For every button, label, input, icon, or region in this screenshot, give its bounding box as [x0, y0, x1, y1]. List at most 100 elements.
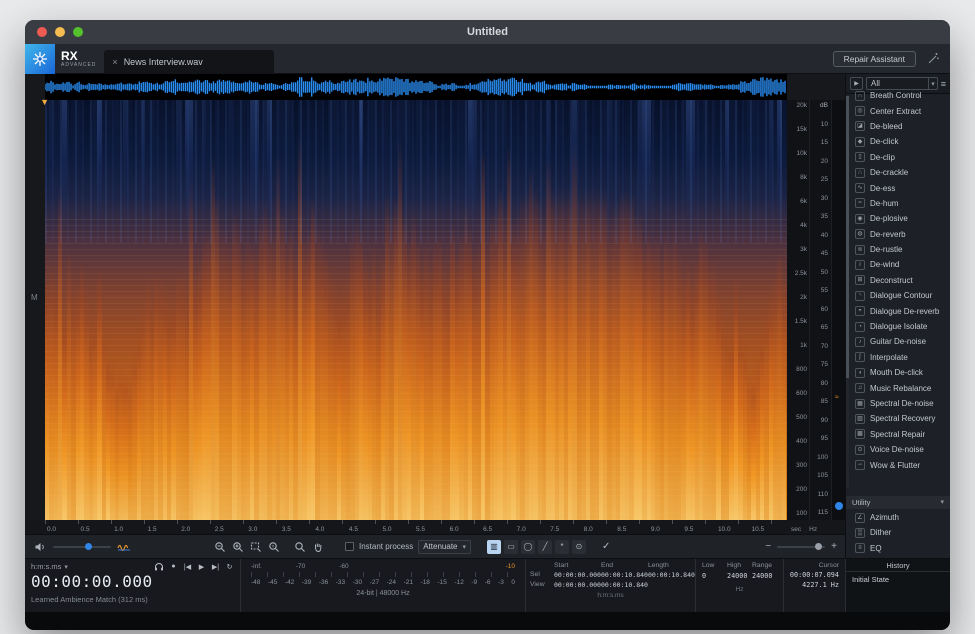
module-item[interactable]: ◪ De-bleed [851, 119, 950, 134]
zoom-selection-icon[interactable] [249, 540, 263, 554]
vertical-scrollbar-thumb[interactable] [835, 502, 843, 510]
magic-wand-icon[interactable] [926, 52, 940, 66]
view-end-value[interactable]: 00:00:10.840 [601, 581, 648, 589]
module-filter-value: All [871, 79, 880, 88]
loop-playback-icon[interactable]: ↻ [225, 563, 234, 571]
play-icon[interactable]: ▶ [197, 563, 206, 571]
app-logo: RX Advanced [55, 44, 104, 73]
module-item[interactable]: ∩ Breath Control [851, 88, 950, 103]
selection-length-value[interactable]: 00:00:10.840 [648, 571, 695, 579]
module-item[interactable]: ◖ Mouth De-click [851, 365, 950, 380]
utility-module-list: ∠ Azimuth ▒ Dither ≡ EQ [846, 509, 950, 558]
module-item[interactable]: ≀ De-wind [851, 257, 950, 272]
waveform-overview[interactable] [45, 74, 787, 100]
horizontal-zoom-out-icon[interactable]: − [765, 541, 771, 552]
utility-module-item[interactable]: ≡ EQ [851, 541, 950, 556]
module-item[interactable]: ◓ Dialogue De-reverb [851, 303, 950, 318]
process-mode-dropdown[interactable]: Attenuate ▾ [418, 540, 471, 554]
cursor-time-value: 00:00:07.094 [790, 571, 839, 579]
time-tick-label: 4.5 [349, 526, 383, 533]
zoom-out-icon[interactable] [213, 540, 227, 554]
module-item[interactable]: ▨ Spectral Recovery [851, 411, 950, 426]
confirm-selection-icon[interactable]: ✓ [602, 541, 610, 552]
horizontal-zoom-thumb[interactable] [815, 543, 822, 550]
selection-row-label: Sel [530, 571, 554, 579]
module-item[interactable]: ∴ De-crackle [851, 165, 950, 180]
time-tick-label: 5.5 [416, 526, 450, 533]
freq-low-value[interactable]: 0 [702, 572, 727, 580]
module-list: ∩ Breath Control ◎ Center Extract ◪ De-b… [846, 88, 950, 496]
module-item[interactable]: ▩ Spectral Repair [851, 427, 950, 442]
magnify-tool-icon[interactable] [293, 540, 307, 554]
module-label: De-hum [870, 199, 898, 208]
horizontal-zoom-slider[interactable] [777, 546, 825, 548]
file-tab[interactable]: × News Interview.wav [104, 50, 274, 74]
module-item[interactable]: ♪ Guitar De-noise [851, 334, 950, 349]
selection-header: Start [554, 562, 601, 569]
playhead-marker-icon[interactable]: ▼ [40, 97, 49, 107]
time-ruler[interactable]: 0.00.51.01.52.02.53.03.54.04.55.05.56.06… [45, 520, 787, 534]
module-label: EQ [870, 544, 882, 553]
module-item[interactable]: ◔ Dialogue Isolate [851, 319, 950, 334]
speaker-icon[interactable] [33, 540, 47, 554]
freq-high-value[interactable]: 24000 [727, 572, 752, 580]
spectrogram-waveform-blend-icon[interactable] [117, 540, 131, 554]
volume-slider[interactable] [53, 546, 111, 548]
hand-tool-icon[interactable] [311, 540, 325, 554]
module-list-scrollbar[interactable] [846, 96, 849, 488]
module-icon: ≋ [855, 245, 865, 255]
spectrogram-canvas[interactable] [45, 100, 787, 520]
history-header[interactable]: History [846, 559, 950, 572]
frequency-ruler: 20k15k10k8k6k4k3k2.5k2k1.5k1k80060050040… [787, 100, 809, 520]
volume-slider-thumb[interactable] [85, 543, 92, 550]
freq-range-value[interactable]: 24000 [752, 572, 777, 580]
record-icon[interactable]: ● [169, 563, 178, 570]
tab-close-icon[interactable]: × [112, 57, 117, 67]
time-frequency-selection-tool-icon[interactable]: ▭ [504, 540, 518, 554]
brush-selection-tool-icon[interactable]: ╱ [538, 540, 552, 554]
module-item[interactable]: ⊙ Voice De-noise [851, 442, 950, 457]
panel-menu-icon[interactable]: ≡ [941, 79, 946, 89]
history-item[interactable]: Initial State [846, 572, 950, 586]
db-tick-label: 20 [810, 159, 828, 166]
skip-to-start-icon[interactable]: |◀ [183, 563, 192, 571]
module-item[interactable]: ∿ De-ess [851, 180, 950, 195]
time-tick-label: 7.0 [517, 526, 551, 533]
module-item[interactable]: ⊞ Deconstruct [851, 273, 950, 288]
time-selection-tool-icon[interactable]: ▥ [487, 540, 501, 554]
module-item[interactable]: ◝ Dialogue Contour [851, 288, 950, 303]
selection-end-value[interactable]: 00:00:10.840 [601, 571, 648, 579]
module-icon: ∴ [855, 168, 865, 178]
module-item[interactable]: ♫ Music Rebalance [851, 380, 950, 395]
module-icon: ▨ [855, 414, 865, 424]
module-item[interactable]: ◎ Center Extract [851, 103, 950, 118]
magnify-selection-tool-icon[interactable]: ⊙ [572, 540, 586, 554]
monitor-headphones-icon[interactable] [154, 562, 164, 571]
chevron-down-icon: ▾ [940, 498, 944, 506]
instant-process-checkbox[interactable] [345, 542, 354, 551]
utility-module-item[interactable]: ∠ Azimuth [851, 510, 950, 525]
module-item[interactable]: ◍ De-reverb [851, 227, 950, 242]
module-item[interactable]: ◉ De-plosive [851, 211, 950, 226]
time-format-label[interactable]: h:m:s.ms [31, 562, 61, 571]
module-item[interactable]: ∫ Interpolate [851, 350, 950, 365]
module-item[interactable]: ∽ Wow & Flutter [851, 457, 950, 472]
horizontal-zoom-in-icon[interactable]: + [831, 541, 837, 552]
selection-start-value[interactable]: 00:00:00.000 [554, 571, 601, 579]
zoom-in-icon[interactable] [231, 540, 245, 554]
zoom-all-icon[interactable] [267, 540, 281, 554]
module-item[interactable]: ≈ De-hum [851, 196, 950, 211]
lasso-selection-tool-icon[interactable]: ◯ [521, 540, 535, 554]
module-item[interactable]: ▦ Spectral De-noise [851, 396, 950, 411]
view-start-value[interactable]: 00:00:00.000 [554, 581, 601, 589]
repair-assistant-button[interactable]: Repair Assistant [833, 51, 916, 67]
utility-module-item[interactable]: ▒ Dither [851, 525, 950, 540]
module-item[interactable]: ◆ De-click [851, 134, 950, 149]
utility-section-header[interactable]: Utility ▾ [846, 496, 950, 509]
module-item[interactable]: ▯ De-clip [851, 150, 950, 165]
vertical-scrollbar[interactable]: ≈ [831, 100, 845, 520]
magic-wand-selection-tool-icon[interactable]: * [555, 540, 569, 554]
module-item[interactable]: ≋ De-rustle [851, 242, 950, 257]
skip-to-end-icon[interactable]: ▶| [211, 563, 220, 571]
freq-tick-label: 200 [787, 487, 807, 494]
